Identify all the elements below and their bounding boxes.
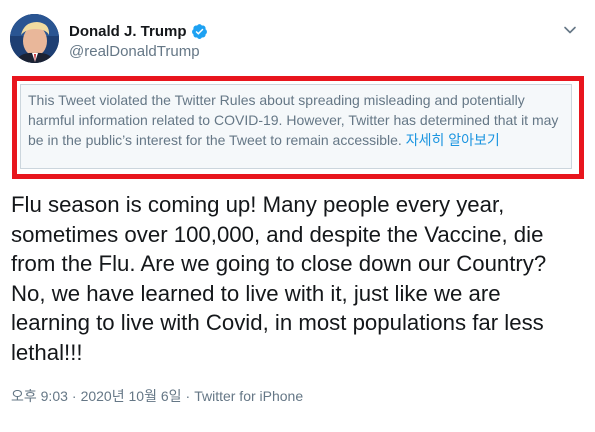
verified-badge-icon	[191, 23, 208, 40]
tweet-date[interactable]: 2020년 10월 6일	[81, 388, 182, 404]
display-name[interactable]: Donald J. Trump	[69, 23, 187, 40]
user-handle[interactable]: @realDonaldTrump	[69, 43, 208, 60]
learn-more-link[interactable]: 자세히 알아보기	[406, 132, 500, 148]
tweet-text: Flu season is coming up! Many people eve…	[11, 192, 547, 365]
user-names: Donald J. Trump @realDonaldTrump	[69, 21, 208, 60]
tweet-meta: 오후 9:03 · 2020년 10월 6일 · Twitter for iPhone	[11, 386, 303, 406]
chevron-down-icon[interactable]	[562, 22, 578, 38]
tweet-card: Donald J. Trump @realDonaldTrump This Tw…	[0, 0, 595, 432]
tweet-time[interactable]: 오후 9:03	[11, 388, 68, 404]
display-name-row: Donald J. Trump	[69, 21, 208, 41]
profile-avatar[interactable]	[10, 14, 59, 63]
tweet-header: Donald J. Trump @realDonaldTrump	[0, 0, 595, 76]
misleading-info-notice: This Tweet violated the Twitter Rules ab…	[20, 84, 572, 169]
meta-separator-2: ·	[185, 388, 191, 404]
tweet-source[interactable]: Twitter for iPhone	[194, 388, 303, 404]
meta-separator: ·	[71, 388, 77, 404]
